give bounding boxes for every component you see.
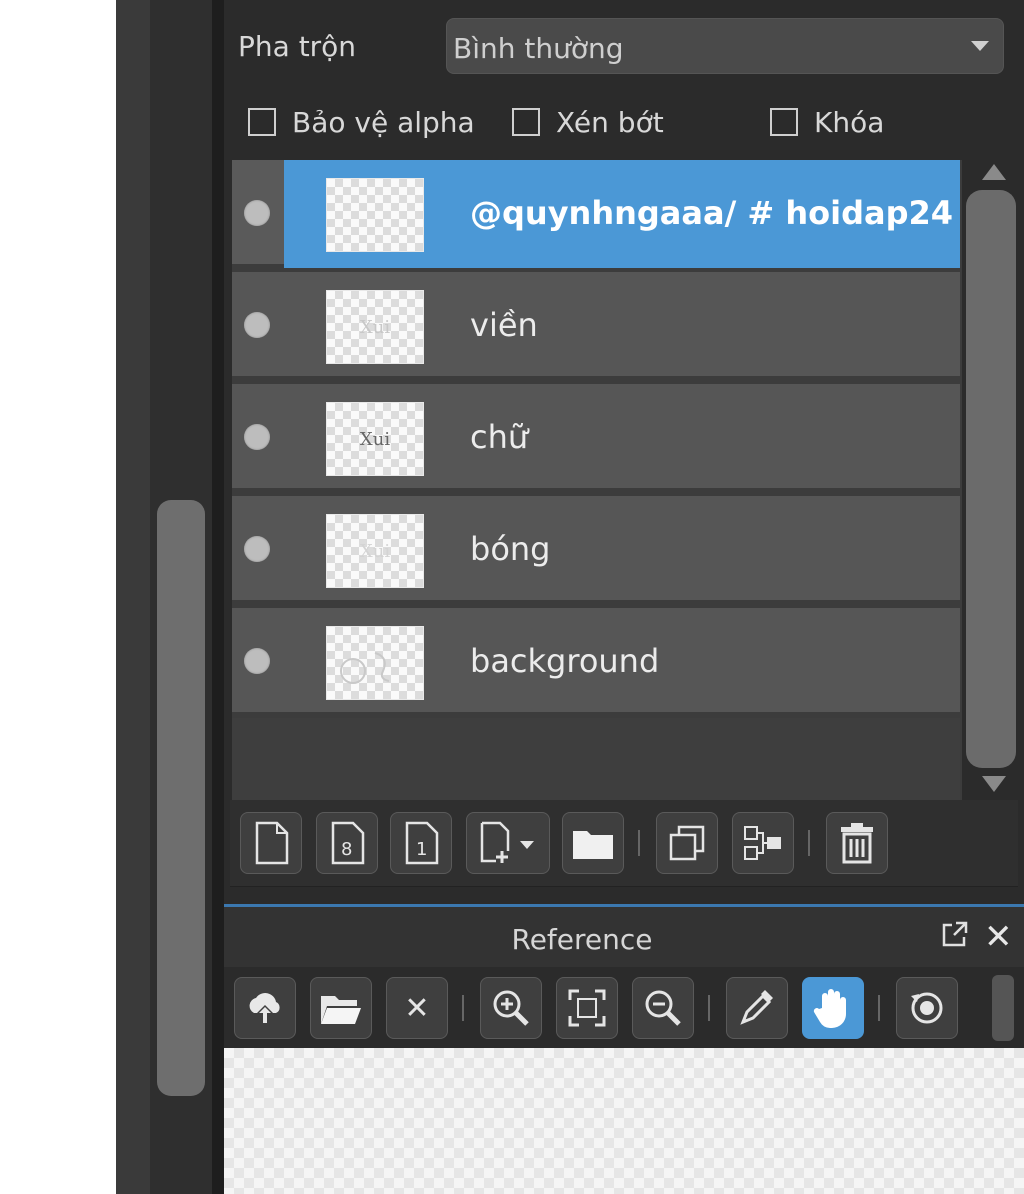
reference-toolbar: ✕ (224, 967, 1024, 1047)
zoom-in-icon (493, 990, 529, 1026)
toolbar-separator (462, 995, 464, 1021)
checkbox-box[interactable] (770, 108, 798, 136)
clear-image-button[interactable]: ✕ (386, 977, 448, 1039)
layer-list-scrollbar[interactable] (966, 160, 1018, 800)
layer-thumbnail (326, 178, 424, 252)
blend-mode-value: Bình thường (453, 32, 624, 65)
rotate-icon (911, 992, 943, 1024)
new-8bit-layer-button[interactable]: 8 (316, 812, 378, 874)
layer-name: @quynhngaaa/ # hoidap24 (470, 194, 954, 232)
hand-tool-button[interactable] (802, 977, 864, 1039)
layer-list-empty-area (232, 718, 960, 800)
toolbar-separator (638, 830, 640, 856)
new-layer-button[interactable] (240, 812, 302, 874)
blend-mode-label: Pha trộn (238, 30, 357, 63)
layer-thumbnail: Xui (326, 514, 424, 588)
reference-canvas[interactable] (224, 1048, 1024, 1194)
layer-name: chữ (470, 418, 529, 456)
visibility-dot-icon[interactable] (244, 536, 270, 562)
layer-name: viền (470, 306, 538, 344)
delete-layer-icon (841, 823, 873, 864)
clipping-label: Xén bớt (556, 105, 664, 139)
layer-toolbar: 8 1 (230, 800, 1018, 887)
lock-label: Khóa (814, 105, 885, 139)
rotate-button[interactable] (896, 977, 958, 1039)
visibility-dot-icon[interactable] (244, 200, 270, 226)
layer-name: background (470, 642, 660, 680)
new-layer-icon (255, 821, 289, 865)
zoom-in-button[interactable] (480, 977, 542, 1039)
visibility-dot-icon[interactable] (244, 648, 270, 674)
lock-checkbox[interactable]: Khóa (770, 104, 884, 140)
layer-name: bóng (470, 530, 551, 568)
svg-text:1: 1 (416, 839, 427, 860)
merge-down-icon (744, 826, 781, 860)
layer-list: @quynhngaaa/ # hoidap24 Xui viền Xui chữ… (232, 160, 962, 800)
eyedropper-button[interactable] (726, 977, 788, 1039)
merge-down-button[interactable] (732, 812, 794, 874)
panel-separator[interactable] (212, 0, 224, 1194)
open-file-button[interactable] (310, 977, 372, 1039)
add-layer-dropdown-icon (480, 821, 534, 863)
fit-screen-icon (568, 989, 606, 1027)
scrollbar-thumb[interactable] (966, 190, 1016, 768)
new-folder-icon (573, 831, 613, 859)
reference-panel-header: Reference ✕ (224, 907, 1024, 967)
left-scrollbar-thumb[interactable] (157, 500, 205, 1096)
cloud-upload-icon (249, 993, 280, 1025)
blend-mode-select[interactable]: Bình thường (446, 18, 1004, 74)
layer-row[interactable]: Xui chữ (232, 384, 960, 492)
layer-panel: Pha trộn Bình thường Bảo vệ alpha Xén bớ… (224, 0, 1024, 1194)
svg-text:8: 8 (341, 839, 352, 860)
close-icon: ✕ (404, 990, 430, 1026)
chevron-down-icon (971, 41, 989, 51)
add-layer-dropdown-button[interactable] (466, 812, 550, 874)
new-1bit-layer-button[interactable]: 1 (390, 812, 452, 874)
hand-icon (813, 989, 846, 1028)
layer-thumbnail (326, 626, 424, 700)
layer-row[interactable]: Xui viền (232, 272, 960, 380)
new-folder-button[interactable] (562, 812, 624, 874)
toolbar-separator (808, 830, 810, 856)
fit-screen-button[interactable] (556, 977, 618, 1039)
delete-layer-button[interactable] (826, 812, 888, 874)
clipping-checkbox[interactable]: Xén bớt (512, 104, 664, 140)
checkbox-box[interactable] (512, 108, 540, 136)
protect-alpha-checkbox[interactable]: Bảo vệ alpha (248, 104, 475, 140)
protect-alpha-label: Bảo vệ alpha (292, 105, 475, 139)
zoom-out-icon (645, 990, 681, 1026)
background-thumbnail-icon (340, 652, 390, 684)
import-image-button[interactable] (234, 977, 296, 1039)
close-panel-icon[interactable]: ✕ (984, 917, 1013, 957)
duplicate-layer-icon (669, 825, 705, 861)
layer-thumbnail: Xui (326, 290, 424, 364)
toolbar-separator (878, 995, 880, 1021)
canvas-area (0, 0, 116, 1194)
checkbox-box[interactable] (248, 108, 276, 136)
layer-thumbnail: Xui (326, 402, 424, 476)
duplicate-layer-button[interactable] (656, 812, 718, 874)
visibility-dot-icon[interactable] (244, 312, 270, 338)
zoom-out-button[interactable] (632, 977, 694, 1039)
visibility-dot-icon[interactable] (244, 424, 270, 450)
new-8bit-layer-icon: 8 (331, 821, 365, 865)
layer-row[interactable]: background (232, 608, 960, 716)
open-folder-icon (321, 996, 361, 1024)
reference-panel-title: Reference (511, 923, 653, 956)
layer-row[interactable]: @quynhngaaa/ # hoidap24 (232, 160, 960, 268)
scroll-down-arrow-icon[interactable] (982, 776, 1006, 792)
new-1bit-layer-icon: 1 (405, 821, 439, 865)
scroll-up-arrow-icon[interactable] (982, 164, 1006, 180)
eyedropper-icon (740, 990, 773, 1025)
toolbar-separator (708, 995, 710, 1021)
layer-row[interactable]: Xui bóng (232, 496, 960, 604)
popout-icon[interactable] (940, 921, 968, 949)
reference-toolbar-scroll[interactable] (992, 975, 1014, 1041)
